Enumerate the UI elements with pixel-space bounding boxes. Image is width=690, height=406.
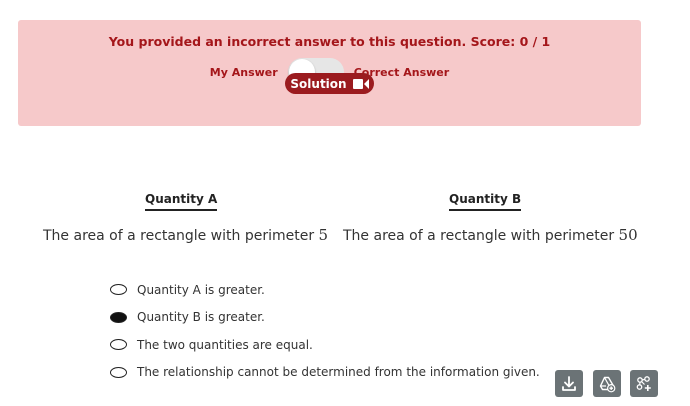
- option-quantity-b-greater[interactable]: Quantity B is greater.: [110, 304, 540, 332]
- quantity-a-heading: Quantity A: [145, 192, 218, 211]
- network-add-icon: [636, 375, 651, 391]
- option-cannot-be-determined[interactable]: The relationship cannot be determined fr…: [110, 359, 540, 387]
- download-icon: [562, 375, 576, 391]
- quantity-a-value: 5: [318, 226, 329, 244]
- option-quantities-equal[interactable]: The two quantities are equal.: [110, 331, 540, 359]
- video-camera-icon: [352, 78, 369, 89]
- option-label: Quantity A is greater.: [137, 282, 265, 297]
- quantity-a-text: The area of a rectangle with perimeter 5: [43, 226, 328, 244]
- radio-button[interactable]: [110, 339, 127, 351]
- quantity-a-description: The area of a rectangle with perimeter: [43, 228, 315, 244]
- option-label: The relationship cannot be determined fr…: [137, 365, 540, 380]
- download-button[interactable]: [555, 370, 583, 397]
- solution-button[interactable]: Solution: [285, 73, 374, 94]
- option-label: Quantity B is greater.: [137, 310, 265, 325]
- option-label: The two quantities are equal.: [137, 337, 313, 352]
- radio-button[interactable]: [110, 284, 127, 296]
- drive-add-icon: [599, 376, 616, 392]
- option-quantity-a-greater[interactable]: Quantity A is greater.: [110, 276, 540, 304]
- quantity-b-text: The area of a rectangle with perimeter 5…: [343, 226, 638, 244]
- add-to-collection-button[interactable]: [630, 370, 658, 397]
- answer-options: Quantity A is greater. Quantity B is gre…: [110, 276, 540, 386]
- radio-button[interactable]: [110, 311, 127, 323]
- quantity-b-description: The area of a rectangle with perimeter: [343, 228, 615, 244]
- radio-button[interactable]: [110, 366, 127, 378]
- my-answer-label: My Answer: [209, 65, 278, 79]
- quantity-b-value: 50: [618, 226, 638, 244]
- score-message: You provided an incorrect answer to this…: [108, 34, 551, 49]
- quantity-b-heading: Quantity B: [449, 192, 522, 211]
- solution-label: Solution: [290, 76, 347, 91]
- add-to-drive-button[interactable]: [593, 370, 621, 397]
